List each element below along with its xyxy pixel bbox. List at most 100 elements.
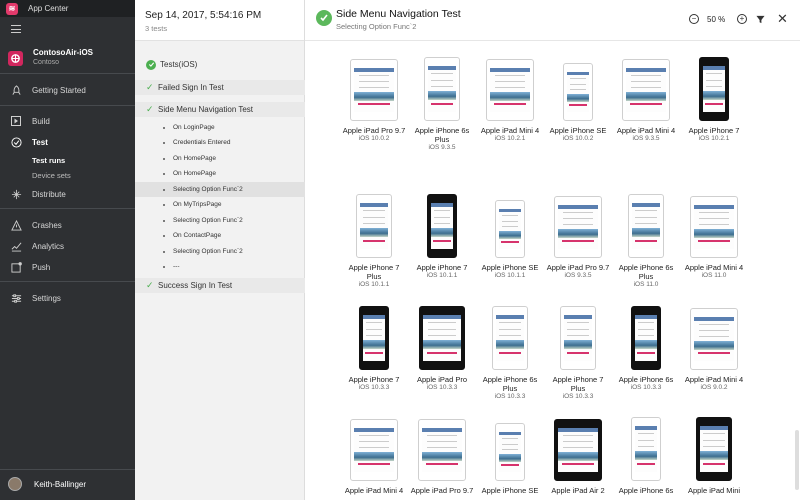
device-screenshot[interactable] <box>563 63 593 121</box>
org-selector[interactable]: ContosoAir-iOS Contoso <box>8 48 93 68</box>
device-screenshot[interactable] <box>699 57 729 121</box>
device-screenshot[interactable] <box>554 196 602 258</box>
device-screenshot[interactable] <box>690 196 738 258</box>
nav-subitem-test-runs[interactable]: Test runs <box>32 156 65 165</box>
device-tile[interactable]: Apple iPhone 7 iOS 10.2.1 <box>681 55 747 143</box>
tree-step[interactable]: On MyTripsPage <box>135 197 305 212</box>
device-screenshot[interactable] <box>356 194 392 258</box>
zoom-out-button[interactable]: − <box>689 14 699 24</box>
rocket-icon <box>10 84 22 96</box>
device-screenshot[interactable] <box>495 200 525 258</box>
device-screenshot[interactable] <box>690 308 738 370</box>
device-os-version: iOS 9.0.2 <box>700 384 728 391</box>
device-name: Apple iPad Pro 9.7 <box>342 126 406 135</box>
tree-step[interactable]: On HomePage <box>135 166 305 181</box>
bullet <box>163 172 165 175</box>
tree-step[interactable]: Selecting Option Func`2 <box>135 244 305 259</box>
device-screenshot[interactable] <box>486 59 534 121</box>
device-screenshot[interactable] <box>350 59 398 121</box>
device-screenshot[interactable] <box>631 306 661 370</box>
device-tile[interactable]: Apple iPhone 6s iOS 10.3.3 <box>613 304 679 392</box>
nav-item-crashes[interactable]: Crashes <box>0 217 135 233</box>
device-os-version: iOS 9.3.5 <box>428 144 456 151</box>
tree-step[interactable]: --- <box>135 259 305 274</box>
tree-step[interactable]: On ContactPage <box>135 228 305 243</box>
tree-root-label: Tests(iOS) <box>160 60 198 69</box>
device-tile[interactable]: Apple iPad Pro 9.7 <box>409 415 475 495</box>
tree-test[interactable]: ✓ Side Menu Navigation Test <box>135 102 305 117</box>
device-screenshot[interactable] <box>492 306 528 370</box>
device-tile[interactable]: Apple iPad Pro 9.7 iOS 10.0.2 <box>341 55 407 143</box>
tree-test[interactable]: ✓ Failed Sign In Test <box>135 80 305 95</box>
tree-step[interactable]: Selecting Option Func`2 <box>135 213 305 228</box>
tree-step[interactable]: On HomePage <box>135 151 305 166</box>
zoom-in-button[interactable]: + <box>737 14 747 24</box>
device-tile[interactable]: Apple iPhone 7 Plus iOS 10.1.1 <box>341 192 407 289</box>
device-screenshot[interactable] <box>427 194 457 258</box>
tree-step-selected[interactable]: Selecting Option Func`2 <box>135 182 305 197</box>
device-tile[interactable]: Apple iPad Mini <box>681 415 747 495</box>
device-tile[interactable]: Apple iPhone 7 iOS 10.3.3 <box>341 304 407 392</box>
device-screenshot[interactable] <box>696 417 732 481</box>
nav-item-test[interactable]: Test <box>0 134 135 150</box>
nav-subitem-device-sets[interactable]: Device sets <box>32 171 71 180</box>
nav-item-getting-started[interactable]: Getting Started <box>0 82 135 98</box>
device-screenshot[interactable] <box>359 306 389 370</box>
device-os-version: iOS 9.3.5 <box>632 135 660 142</box>
device-screenshot[interactable] <box>424 57 460 121</box>
device-grid: Apple iPad Pro 9.7 iOS 10.0.2 Apple iPhone… <box>341 55 781 500</box>
device-tile[interactable]: Apple iPhone SE <box>477 415 543 495</box>
device-tile[interactable]: Apple iPad Pro iOS 10.3.3 <box>409 304 475 392</box>
nav-item-build[interactable]: Build <box>0 113 135 129</box>
nav-item-settings[interactable]: Settings <box>0 290 135 306</box>
device-screenshot[interactable] <box>560 306 596 370</box>
tree-step[interactable]: Credentials Entered <box>135 135 305 150</box>
app-window: ≋ App Center ContosoAir-iOS Contoso Gett… <box>0 0 800 500</box>
device-tile[interactable]: Apple iPad Mini 4 iOS 11.0 <box>681 192 747 280</box>
device-tile[interactable]: Apple iPad Mini 4 iOS 9.0.2 <box>681 304 747 392</box>
device-tile[interactable]: Apple iPhone 7 Plus iOS 10.3.3 <box>545 304 611 401</box>
device-name: Apple iPhone 7 <box>688 126 740 135</box>
nav-item-distribute[interactable]: Distribute <box>0 186 135 202</box>
device-screenshot[interactable] <box>554 419 602 481</box>
device-tile[interactable]: Apple iPhone 6s Plus iOS 9.3.5 <box>409 55 475 152</box>
close-button[interactable]: ✕ <box>777 12 788 25</box>
device-screenshot[interactable] <box>350 419 398 481</box>
device-tile[interactable]: Apple iPhone 6s Plus iOS 11.0 <box>613 192 679 289</box>
nav-item-analytics[interactable]: Analytics <box>0 238 135 254</box>
device-tile[interactable]: Apple iPhone SE iOS 10.1.1 <box>477 192 543 280</box>
device-tile[interactable]: Apple iPad Mini 4 iOS 10.2.1 <box>477 55 543 143</box>
user-profile[interactable]: Keith-Ballinger <box>8 477 86 491</box>
device-screenshot[interactable] <box>631 417 661 481</box>
device-name: Apple iPhone 7 <box>348 375 400 384</box>
scrollbar[interactable] <box>795 430 799 490</box>
device-screenshot[interactable] <box>419 306 465 370</box>
device-tile[interactable]: Apple iPad Air 2 <box>545 415 611 495</box>
device-screenshot[interactable] <box>628 194 664 258</box>
filter-icon[interactable] <box>756 15 765 24</box>
tree-test[interactable]: ✓ Success Sign In Test <box>135 278 305 293</box>
device-screenshot[interactable] <box>622 59 670 121</box>
device-tile[interactable]: Apple iPhone 6s Plus iOS 10.3.3 <box>477 304 543 401</box>
check-circle-icon <box>10 136 22 148</box>
hamburger-menu-icon[interactable] <box>11 25 21 33</box>
device-tile[interactable]: Apple iPad Mini 4 iOS 9.3.5 <box>613 55 679 143</box>
device-tile[interactable]: Apple iPhone 6s <box>613 415 679 495</box>
device-tile[interactable]: Apple iPhone 7 iOS 10.1.1 <box>409 192 475 280</box>
device-name: Apple iPhone 7 Plus <box>552 375 604 393</box>
tree-step[interactable]: On LoginPage <box>135 120 305 135</box>
device-os-version: iOS 10.2.1 <box>698 135 730 142</box>
device-screenshot[interactable] <box>495 423 525 481</box>
device-os-version: iOS 10.3.3 <box>562 393 594 400</box>
device-tile[interactable]: Apple iPad Pro 9.7 iOS 9.3.5 <box>545 192 611 280</box>
nav-item-push[interactable]: Push <box>0 259 135 275</box>
avatar <box>8 477 22 491</box>
device-tile[interactable]: Apple iPhone SE iOS 10.0.2 <box>545 55 611 143</box>
app-header: ≋ App Center <box>0 0 135 17</box>
tree-root[interactable]: Tests(iOS) <box>135 57 305 72</box>
device-name: Apple iPad Pro <box>416 375 468 384</box>
device-tile[interactable]: Apple iPad Mini 4 <box>341 415 407 495</box>
app-title: App Center <box>28 4 69 13</box>
tree-test-label: Failed Sign In Test <box>158 83 224 92</box>
device-screenshot[interactable] <box>418 419 466 481</box>
